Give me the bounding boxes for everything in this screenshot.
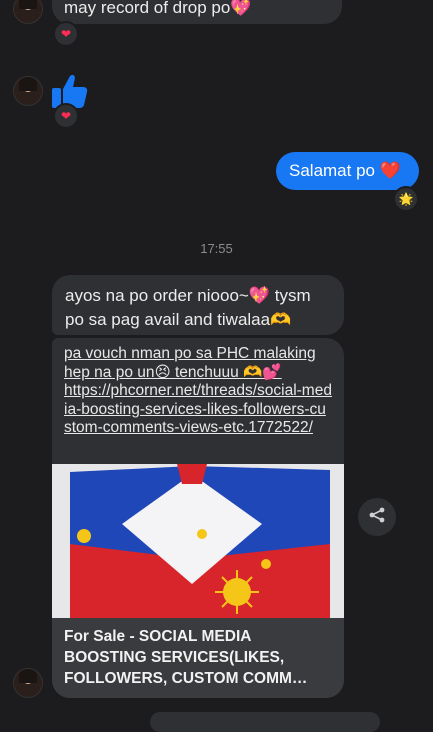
message-text: pa vouch nman po sa PHC malaking hep na … bbox=[64, 345, 316, 381]
link-preview-title[interactable]: For Sale - SOCIAL MEDIA BOOSTING SERVICE… bbox=[52, 618, 344, 698]
share-icon bbox=[368, 506, 386, 529]
message-text: may record of drop po💖 bbox=[64, 0, 252, 17]
message-text: ayos na po order niooo~💖 tysm po sa pag … bbox=[65, 286, 311, 329]
star-reaction-icon[interactable]: 🌟 bbox=[393, 186, 419, 212]
outgoing-message-bubble[interactable]: Salamat po ❤️ bbox=[276, 152, 419, 190]
link-preview-image[interactable] bbox=[52, 464, 344, 618]
message-bubble[interactable]: may record of drop po💖 bbox=[52, 0, 342, 24]
url-link[interactable]: https://phcorner.net/threads/social-medi… bbox=[64, 382, 332, 438]
message-bubble[interactable]: ayos na po order niooo~💖 tysm po sa pag … bbox=[52, 275, 344, 335]
avatar[interactable] bbox=[13, 668, 43, 698]
share-button[interactable] bbox=[358, 498, 396, 536]
link-message-bubble[interactable]: pa vouch nman po sa PHC malaking hep na … bbox=[52, 338, 344, 698]
composer-bar[interactable] bbox=[150, 712, 380, 732]
heart-reaction-icon[interactable]: ❤ bbox=[53, 103, 79, 129]
timestamp: 17:55 bbox=[200, 241, 233, 256]
message-text: Salamat po ❤️ bbox=[289, 161, 401, 180]
avatar[interactable] bbox=[13, 76, 43, 106]
avatar[interactable] bbox=[13, 0, 43, 24]
heart-reaction-icon[interactable]: ❤ bbox=[53, 21, 79, 47]
